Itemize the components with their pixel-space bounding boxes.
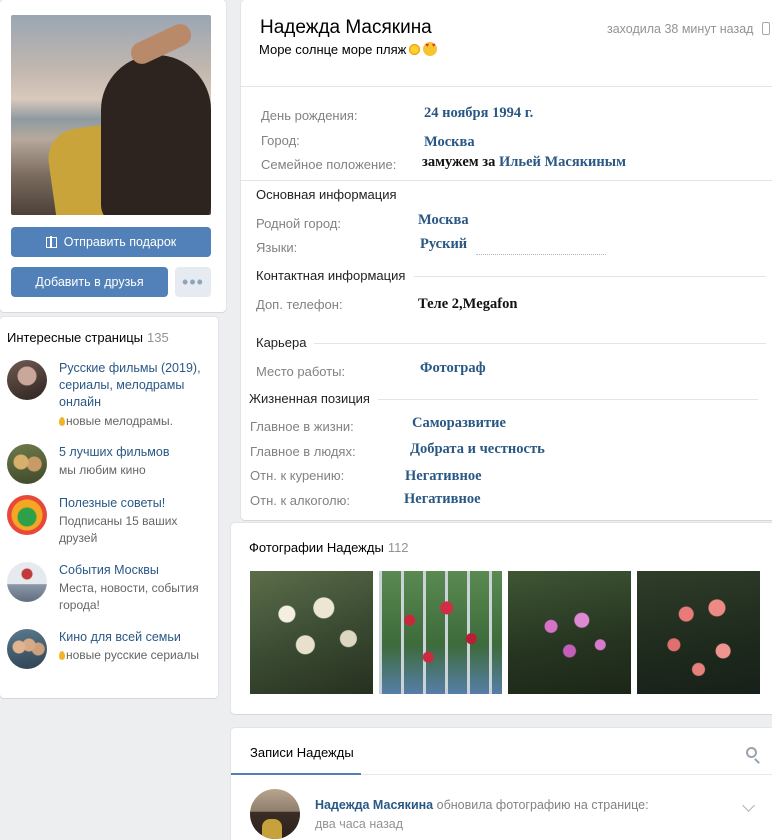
spouse-link[interactable]: Ильей Масякиным — [499, 154, 626, 170]
status-text: Море солнце море пляж — [259, 42, 407, 57]
divider — [314, 343, 766, 344]
community-avatar[interactable] — [7, 444, 47, 484]
family-value: замужем за Ильей Масякиным — [422, 154, 626, 171]
drop-icon — [59, 417, 65, 426]
interesting-pages-count: 135 — [147, 330, 169, 345]
interesting-pages-title: Интересные страницы — [7, 330, 144, 345]
avatar-card: Отправить подарок Добавить в друзья ••• — [0, 0, 226, 312]
tab-wall-posts[interactable]: Записи Надежды — [250, 745, 354, 760]
community-title[interactable]: Русские фильмы (2019), сериалы, мелодрам… — [59, 360, 209, 411]
post-author-link[interactable]: Надежда Масякина — [315, 798, 433, 812]
family-label: Семейное положение: — [261, 157, 397, 172]
phone-label: Доп. телефон: — [256, 297, 343, 312]
community-subtitle: Места, новости, события города! — [59, 581, 199, 612]
post-action: обновила фотографию на странице: — [436, 798, 649, 812]
hometown-value[interactable]: Москва — [418, 212, 469, 229]
main-in-people-label: Главное в людях: — [250, 444, 356, 459]
send-gift-label: Отправить подарок — [63, 235, 177, 249]
page-title: Надежда Масякина — [260, 17, 432, 38]
alcohol-value[interactable]: Негативное — [404, 491, 481, 508]
heart-eyes-emoji-icon — [423, 42, 438, 56]
community-avatar[interactable] — [7, 629, 47, 669]
photo-thumbnail[interactable] — [508, 571, 631, 694]
alcohol-label: Отн. к алкоголю: — [250, 493, 350, 508]
community-title[interactable]: Кино для всей семьи — [59, 629, 209, 646]
community-subtitle: мы любим кино — [59, 463, 146, 477]
photos-card: Фотографии Надежды 112 — [231, 523, 772, 714]
divider — [241, 86, 772, 87]
sun-emoji-icon — [408, 43, 422, 56]
phone-value: Теле 2,Megafon — [418, 296, 518, 312]
main-in-life-value[interactable]: Саморазвитие — [412, 415, 506, 432]
languages-label: Языки: — [256, 240, 298, 255]
photos-title: Фотографии Надежды — [249, 540, 384, 555]
send-gift-button[interactable]: Отправить подарок — [11, 227, 211, 257]
interesting-pages-card: Интересные страницы 135 Русские фильмы (2… — [0, 317, 218, 698]
main-in-people-value[interactable]: Добрата и честность — [410, 441, 545, 458]
city-value[interactable]: Москва — [424, 134, 475, 151]
photos-count: 112 — [387, 540, 409, 555]
smoking-label: Отн. к курению: — [250, 468, 345, 483]
mobile-phone-icon — [762, 22, 770, 35]
section-life-position: Жизненная позиция — [249, 391, 370, 406]
active-tab-indicator — [231, 773, 361, 775]
community-subtitle: новые мелодрамы. — [59, 413, 209, 430]
photo-thumbnail[interactable] — [379, 571, 502, 694]
community-subtitle: новые русские сериалы — [59, 647, 209, 664]
birthday-label: День рождения: — [261, 108, 358, 123]
divider — [241, 180, 772, 181]
birthday-value[interactable]: 24 ноября 1994 г. — [424, 105, 533, 122]
post-timestamp[interactable]: два часа назад — [315, 817, 403, 831]
section-career: Карьера — [256, 335, 307, 350]
wall-card: Записи Надежды Надежда Масякина обновила… — [231, 728, 772, 840]
main-in-life-label: Главное в жизни: — [250, 419, 354, 434]
community-title[interactable]: События Москвы — [59, 562, 209, 579]
community-title[interactable]: 5 лучших фильмов — [59, 444, 209, 461]
work-value[interactable]: Фотограф — [420, 360, 486, 377]
profile-photo[interactable] — [11, 15, 211, 215]
divider — [378, 399, 758, 400]
community-avatar[interactable] — [7, 495, 47, 535]
section-basic-info: Основная информация — [256, 187, 397, 202]
photo-thumbnail[interactable] — [637, 571, 760, 694]
smoking-value[interactable]: Негативное — [405, 468, 482, 485]
languages-value[interactable]: Руский — [420, 236, 467, 253]
work-label: Место работы: — [256, 364, 346, 379]
profile-status[interactable]: Море солнце море пляж — [259, 42, 438, 57]
search-icon[interactable] — [746, 747, 757, 758]
chevron-down-icon[interactable] — [742, 799, 755, 812]
interesting-pages-header[interactable]: Интересные страницы 135 — [7, 330, 169, 345]
photo-thumbnail[interactable] — [250, 571, 373, 694]
gift-icon — [45, 236, 57, 248]
community-title[interactable]: Полезные советы! — [59, 495, 209, 512]
more-actions-button[interactable]: ••• — [175, 267, 211, 297]
community-avatar[interactable] — [7, 360, 47, 400]
community-avatar[interactable] — [7, 562, 47, 602]
photos-header[interactable]: Фотографии Надежды 112 — [249, 540, 409, 555]
community-subtitle: Подписаны 15 ваших друзей — [59, 514, 178, 545]
avatar[interactable] — [250, 789, 300, 839]
divider — [414, 276, 766, 277]
scribble-mark — [476, 254, 606, 256]
section-contact-info: Контактная информация — [256, 268, 406, 283]
hometown-label: Родной город: — [256, 216, 341, 231]
add-friend-button[interactable]: Добавить в друзья — [11, 267, 168, 297]
post-header: Надежда Масякина обновила фотографию на … — [315, 798, 649, 812]
city-label: Город: — [261, 133, 300, 148]
family-prefix: замужем за — [422, 154, 496, 170]
drop-icon — [59, 651, 65, 660]
last-seen: заходила 38 минут назад — [607, 22, 754, 36]
